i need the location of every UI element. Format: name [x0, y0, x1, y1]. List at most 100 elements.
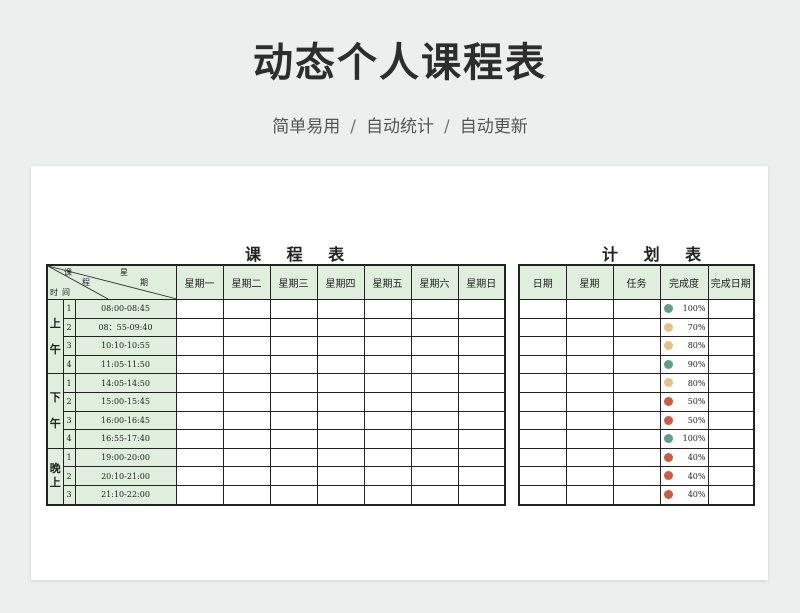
plan-weekday-cell[interactable]: [565, 447, 614, 468]
course-cell[interactable]: [316, 336, 365, 356]
course-cell[interactable]: [410, 410, 459, 431]
completion-cell[interactable]: 70%: [659, 317, 709, 338]
plan-done-date-cell[interactable]: [707, 391, 755, 412]
course-cell[interactable]: [175, 429, 224, 449]
course-cell[interactable]: [269, 354, 318, 375]
completion-cell[interactable]: 40%: [659, 447, 709, 468]
plan-task-cell[interactable]: [612, 484, 661, 506]
plan-date-cell[interactable]: [518, 391, 567, 412]
course-cell[interactable]: [269, 391, 318, 412]
course-cell[interactable]: [457, 317, 506, 338]
plan-weekday-cell[interactable]: [565, 391, 614, 412]
course-cell[interactable]: [410, 336, 459, 356]
plan-weekday-cell[interactable]: [565, 354, 614, 375]
plan-date-cell[interactable]: [518, 447, 567, 468]
course-cell[interactable]: [410, 447, 459, 468]
course-cell[interactable]: [316, 466, 365, 486]
plan-weekday-cell[interactable]: [565, 317, 614, 338]
plan-date-cell[interactable]: [518, 410, 567, 431]
plan-done-date-cell[interactable]: [707, 336, 755, 356]
plan-task-cell[interactable]: [612, 466, 661, 486]
course-cell[interactable]: [222, 466, 271, 486]
plan-done-date-cell[interactable]: [707, 299, 755, 319]
course-cell[interactable]: [222, 429, 271, 449]
course-cell[interactable]: [222, 354, 271, 375]
plan-done-date-cell[interactable]: [707, 354, 755, 375]
course-cell[interactable]: [175, 484, 224, 506]
course-cell[interactable]: [222, 336, 271, 356]
course-cell[interactable]: [316, 429, 365, 449]
plan-done-date-cell[interactable]: [707, 410, 755, 431]
plan-date-cell[interactable]: [518, 373, 567, 393]
course-cell[interactable]: [175, 317, 224, 338]
course-cell[interactable]: [316, 391, 365, 412]
course-cell[interactable]: [269, 299, 318, 319]
plan-done-date-cell[interactable]: [707, 484, 755, 506]
course-cell[interactable]: [457, 410, 506, 431]
completion-cell[interactable]: 80%: [659, 373, 709, 393]
completion-cell[interactable]: 100%: [659, 299, 709, 319]
plan-done-date-cell[interactable]: [707, 447, 755, 468]
course-cell[interactable]: [457, 391, 506, 412]
plan-weekday-cell[interactable]: [565, 299, 614, 319]
course-cell[interactable]: [410, 466, 459, 486]
plan-task-cell[interactable]: [612, 317, 661, 338]
course-cell[interactable]: [410, 391, 459, 412]
course-cell[interactable]: [269, 447, 318, 468]
plan-task-cell[interactable]: [612, 410, 661, 431]
course-cell[interactable]: [410, 317, 459, 338]
course-cell[interactable]: [175, 466, 224, 486]
course-cell[interactable]: [316, 354, 365, 375]
completion-cell[interactable]: 50%: [659, 391, 709, 412]
plan-task-cell[interactable]: [612, 299, 661, 319]
course-cell[interactable]: [410, 484, 459, 506]
course-cell[interactable]: [222, 484, 271, 506]
course-cell[interactable]: [363, 466, 412, 486]
course-cell[interactable]: [316, 447, 365, 468]
course-cell[interactable]: [363, 391, 412, 412]
course-cell[interactable]: [457, 336, 506, 356]
course-cell[interactable]: [363, 410, 412, 431]
course-cell[interactable]: [316, 317, 365, 338]
plan-done-date-cell[interactable]: [707, 317, 755, 338]
plan-weekday-cell[interactable]: [565, 484, 614, 506]
course-cell[interactable]: [175, 336, 224, 356]
plan-done-date-cell[interactable]: [707, 466, 755, 486]
plan-done-date-cell[interactable]: [707, 429, 755, 449]
completion-cell[interactable]: 90%: [659, 354, 709, 375]
plan-date-cell[interactable]: [518, 429, 567, 449]
course-cell[interactable]: [269, 336, 318, 356]
completion-cell[interactable]: 100%: [659, 429, 709, 449]
course-cell[interactable]: [410, 354, 459, 375]
course-cell[interactable]: [363, 429, 412, 449]
plan-weekday-cell[interactable]: [565, 466, 614, 486]
plan-task-cell[interactable]: [612, 429, 661, 449]
course-cell[interactable]: [410, 429, 459, 449]
course-cell[interactable]: [363, 373, 412, 393]
plan-task-cell[interactable]: [612, 354, 661, 375]
course-cell[interactable]: [363, 317, 412, 338]
plan-weekday-cell[interactable]: [565, 373, 614, 393]
course-cell[interactable]: [222, 447, 271, 468]
course-cell[interactable]: [316, 484, 365, 506]
course-cell[interactable]: [269, 429, 318, 449]
course-cell[interactable]: [175, 391, 224, 412]
course-cell[interactable]: [316, 410, 365, 431]
course-cell[interactable]: [457, 373, 506, 393]
plan-date-cell[interactable]: [518, 466, 567, 486]
course-cell[interactable]: [269, 373, 318, 393]
course-cell[interactable]: [175, 373, 224, 393]
course-cell[interactable]: [175, 410, 224, 431]
course-cell[interactable]: [363, 336, 412, 356]
course-cell[interactable]: [363, 484, 412, 506]
course-cell[interactable]: [457, 354, 506, 375]
course-cell[interactable]: [269, 317, 318, 338]
course-cell[interactable]: [222, 317, 271, 338]
plan-weekday-cell[interactable]: [565, 429, 614, 449]
completion-cell[interactable]: 50%: [659, 410, 709, 431]
course-cell[interactable]: [175, 447, 224, 468]
plan-date-cell[interactable]: [518, 484, 567, 506]
course-cell[interactable]: [269, 484, 318, 506]
course-cell[interactable]: [457, 466, 506, 486]
plan-date-cell[interactable]: [518, 336, 567, 356]
